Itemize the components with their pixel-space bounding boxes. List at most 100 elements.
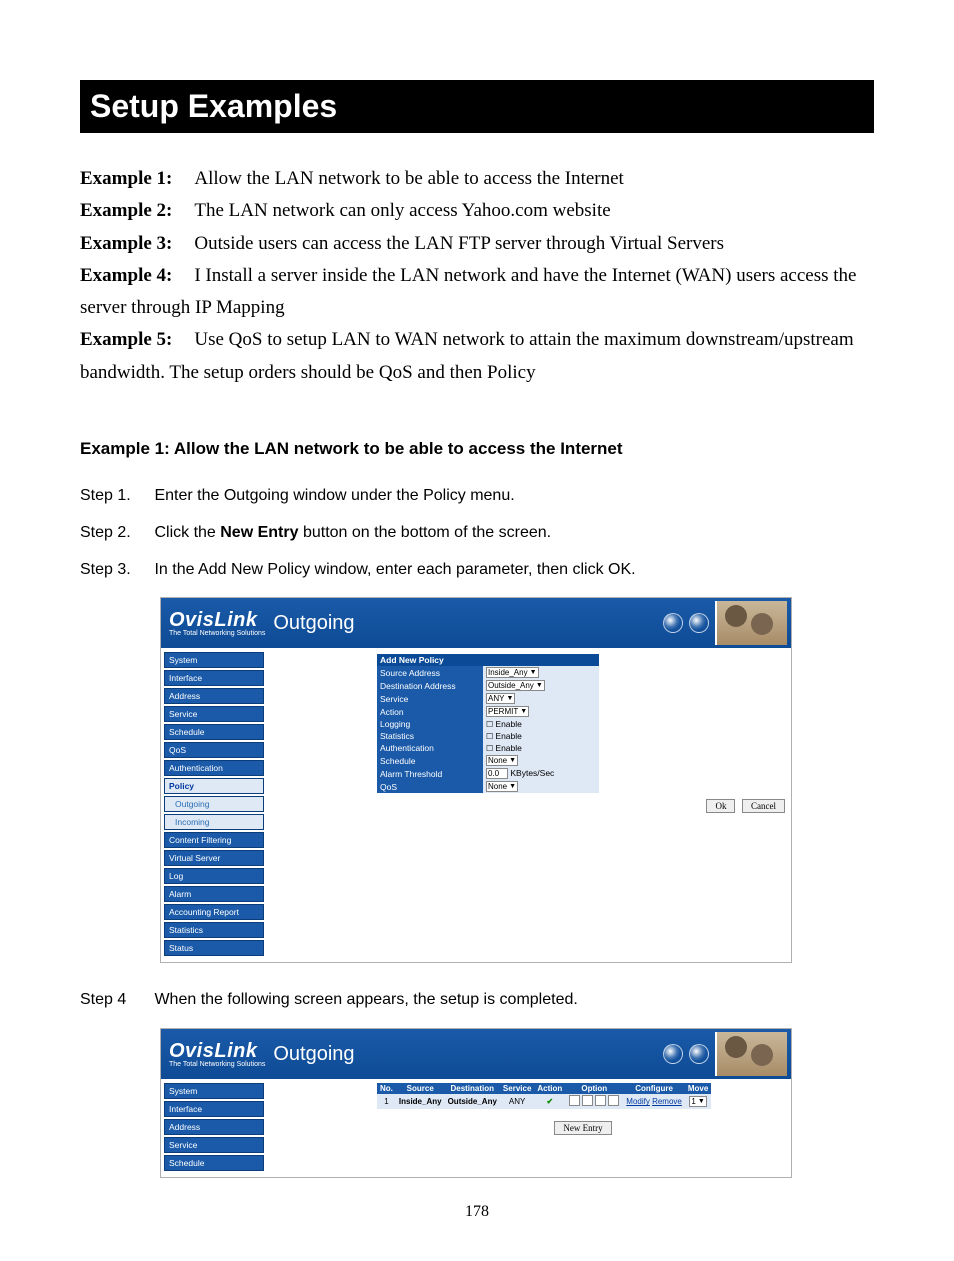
form-heading: Add New Policy [377, 654, 599, 666]
label-action: Action [377, 705, 483, 718]
enable-text: Enable [495, 743, 521, 753]
header-title: Outgoing [273, 612, 354, 635]
steps-list: Step 1. Enter the Outgoing window under … [80, 484, 874, 582]
header-photo [715, 601, 787, 645]
checkbox-statistics[interactable]: ☐ [486, 732, 495, 741]
input-alarm-threshold[interactable]: 0.0 [486, 768, 508, 779]
col-move: Move [685, 1083, 711, 1094]
nav-alarm[interactable]: Alarm [164, 886, 264, 902]
col-service: Service [500, 1083, 534, 1094]
label-authentication: Authentication [377, 742, 483, 754]
globe-icon [663, 1044, 683, 1064]
checkbox-logging[interactable]: ☐ [486, 720, 495, 729]
step1-label: Step 1. [80, 484, 150, 509]
nav-interface[interactable]: Interface [164, 1101, 264, 1117]
cell-configure: Modify Remove [623, 1094, 685, 1109]
nav-status[interactable]: Status [164, 940, 264, 956]
nav-system[interactable]: System [164, 652, 264, 668]
ok-button[interactable]: Ok [706, 799, 735, 813]
chevron-down-icon: ▼ [698, 1098, 705, 1105]
modify-link[interactable]: Modify [626, 1097, 650, 1106]
unit-kbytes-sec: KBytes/Sec [510, 768, 554, 778]
step2-bold: New Entry [220, 524, 298, 541]
brand-name: OvisLink [169, 1040, 265, 1063]
label-qos: QoS [377, 780, 483, 793]
nav-qos[interactable]: QoS [164, 742, 264, 758]
table-row: 1 Inside_Any Outside_Any ANY ✔ Modify Re… [377, 1094, 711, 1109]
nav-schedule[interactable]: Schedule [164, 724, 264, 740]
nav-content-filtering[interactable]: Content Filtering [164, 832, 264, 848]
brand-sub: The Total Networking Solutions [169, 630, 265, 637]
screenshot-policy-result: OvisLink The Total Networking Solutions … [160, 1028, 792, 1178]
nav-service[interactable]: Service [164, 706, 264, 722]
example5-label: Example 5: [80, 329, 172, 350]
cell-service: ANY [500, 1094, 534, 1109]
brand: OvisLink The Total Networking Solutions [161, 609, 265, 637]
option-icon[interactable] [595, 1095, 606, 1106]
nav-address[interactable]: Address [164, 1119, 264, 1135]
example4-label: Example 4: [80, 265, 172, 286]
nav-system[interactable]: System [164, 1083, 264, 1099]
check-icon: ✔ [546, 1097, 553, 1106]
nav-service[interactable]: Service [164, 1137, 264, 1153]
label-alarm-threshold: Alarm Threshold [377, 767, 483, 780]
cancel-button[interactable]: Cancel [742, 799, 785, 813]
header-photo [715, 1032, 787, 1076]
example2-label: Example 2: [80, 200, 172, 221]
result-panel: No. Source Destination Service Action Op… [267, 1079, 791, 1177]
select-qos[interactable]: None▼ [486, 781, 518, 792]
nav-policy-incoming[interactable]: Incoming [164, 814, 264, 830]
chevron-down-icon: ▼ [536, 682, 543, 689]
sidebar-nav: System Interface Address Service Schedul… [161, 1079, 267, 1177]
checkbox-authentication[interactable]: ☐ [486, 744, 495, 753]
nav-address[interactable]: Address [164, 688, 264, 704]
nav-schedule[interactable]: Schedule [164, 1155, 264, 1171]
nav-interface[interactable]: Interface [164, 670, 264, 686]
option-icon[interactable] [608, 1095, 619, 1106]
select-destination-address[interactable]: Outside_Any▼ [486, 680, 545, 691]
step4-text: When the following screen appears, the s… [154, 991, 577, 1008]
col-source: Source [396, 1083, 445, 1094]
nav-authentication[interactable]: Authentication [164, 760, 264, 776]
nav-policy[interactable]: Policy [164, 778, 264, 794]
cell-no: 1 [377, 1094, 396, 1109]
select-source-address[interactable]: Inside_Any▼ [486, 667, 539, 678]
sidebar-nav: System Interface Address Service Schedul… [161, 648, 267, 962]
step3-label: Step 3. [80, 558, 150, 583]
globe-icon [689, 1044, 709, 1064]
col-action: Action [534, 1083, 565, 1094]
header-title: Outgoing [273, 1043, 354, 1066]
brand-name: OvisLink [169, 609, 265, 632]
chevron-down-icon: ▼ [530, 669, 537, 676]
form-panel: Add New Policy Source Address Inside_Any… [267, 648, 791, 962]
label-destination-address: Destination Address [377, 679, 483, 692]
chevron-down-icon: ▼ [506, 695, 513, 702]
option-icon[interactable] [582, 1095, 593, 1106]
step2-label: Step 2. [80, 521, 150, 546]
select-action[interactable]: PERMIT▼ [486, 706, 529, 717]
new-entry-button[interactable]: New Entry [554, 1121, 611, 1135]
step3-text: In the Add New Policy window, enter each… [154, 561, 635, 578]
nav-statistics[interactable]: Statistics [164, 922, 264, 938]
step4-label: Step 4 [80, 988, 150, 1013]
select-service[interactable]: ANY▼ [486, 693, 515, 704]
cell-option [565, 1094, 623, 1109]
select-move[interactable]: 1▼ [689, 1096, 706, 1107]
brand: OvisLink The Total Networking Solutions [161, 1040, 265, 1068]
cell-source: Inside_Any [396, 1094, 445, 1109]
step2-text-post: button on the bottom of the screen. [299, 524, 552, 541]
nav-log[interactable]: Log [164, 868, 264, 884]
globe-icon [663, 613, 683, 633]
option-icon[interactable] [569, 1095, 580, 1106]
nav-virtual-server[interactable]: Virtual Server [164, 850, 264, 866]
enable-text: Enable [495, 719, 521, 729]
step2-text-pre: Click the [154, 524, 220, 541]
select-schedule[interactable]: None▼ [486, 755, 518, 766]
example1-label: Example 1: [80, 168, 172, 189]
col-configure: Configure [623, 1083, 685, 1094]
example1-section-heading: Example 1: Allow the LAN network to be a… [80, 439, 874, 459]
remove-link[interactable]: Remove [652, 1097, 682, 1106]
nav-accounting-report[interactable]: Accounting Report [164, 904, 264, 920]
nav-policy-outgoing[interactable]: Outgoing [164, 796, 264, 812]
example3-label: Example 3: [80, 233, 172, 254]
